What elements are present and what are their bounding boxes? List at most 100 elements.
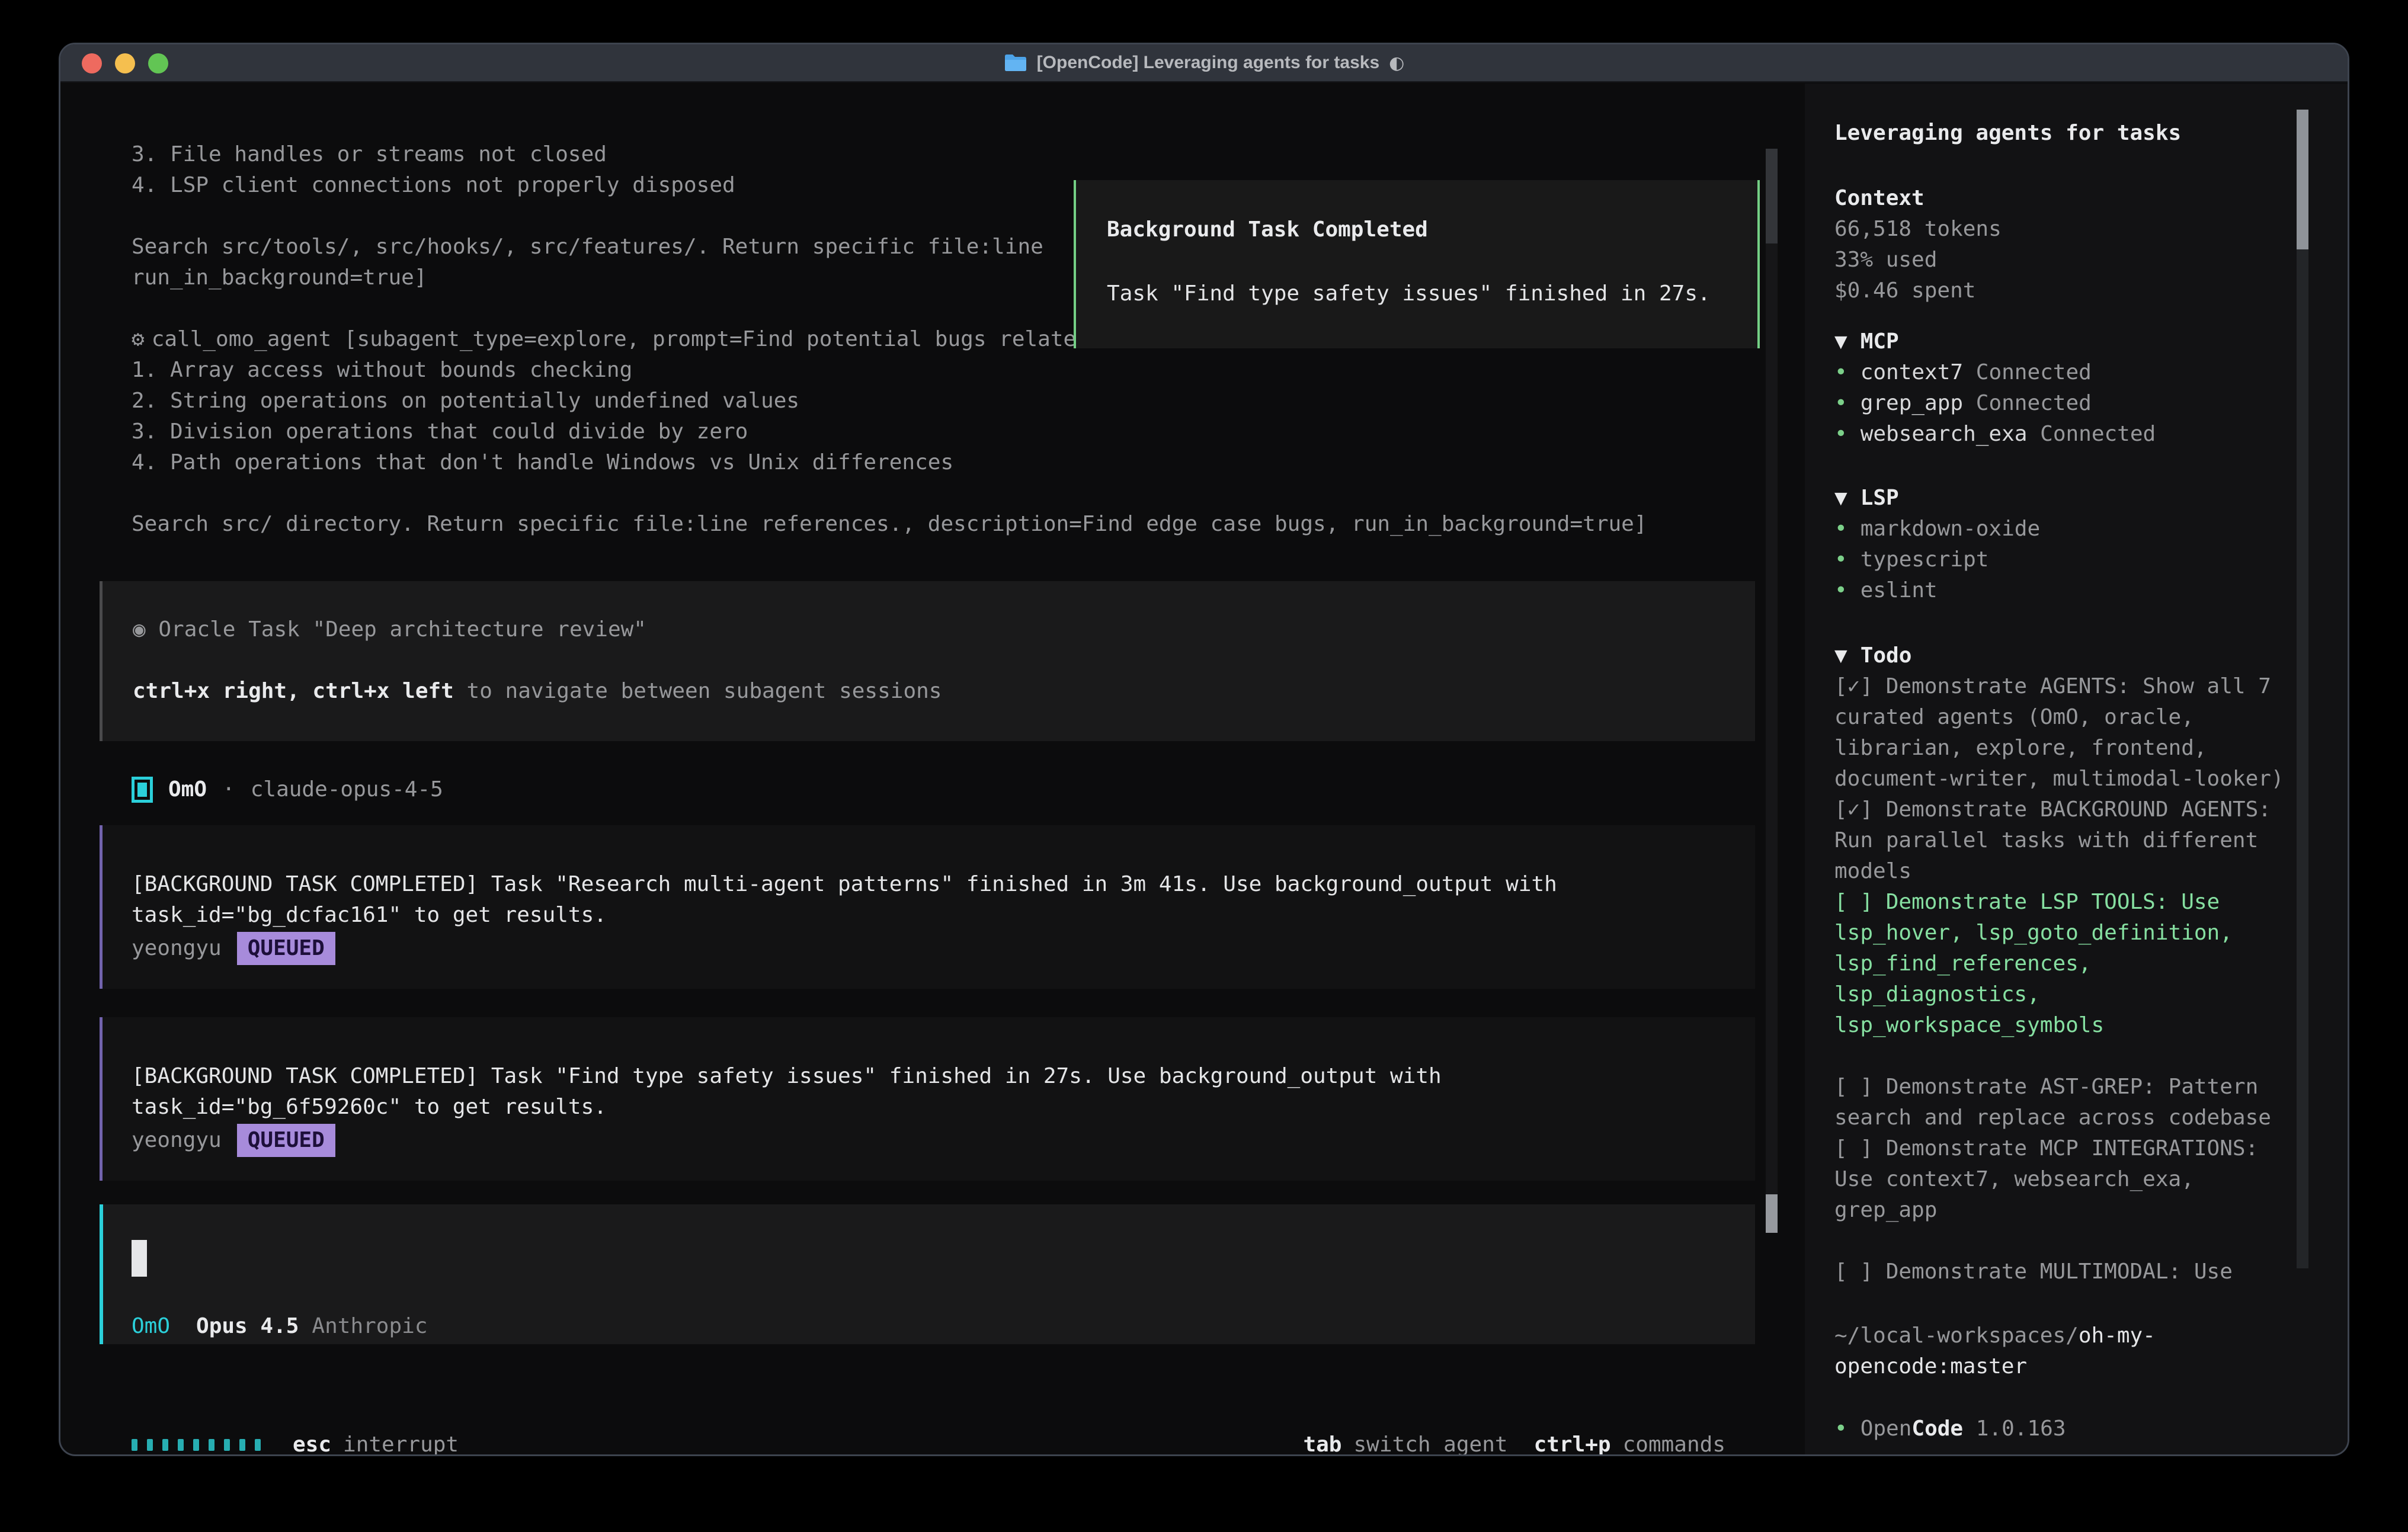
mcp-status: Connected bbox=[2040, 422, 2156, 446]
app-window: [OpenCode] Leveraging agents for tasks ◐… bbox=[59, 43, 2349, 1456]
input-agent-name: OmO bbox=[132, 1311, 170, 1342]
lsp-item: • typescript bbox=[1834, 544, 2308, 575]
tab-key-label: tab bbox=[1303, 1430, 1341, 1456]
background-task-message[interactable]: [BACKGROUND TASK COMPLETED] Task "Resear… bbox=[100, 825, 1755, 989]
hint-commands: ctrl+p commands bbox=[1534, 1430, 1725, 1456]
lsp-name: markdown-oxide bbox=[1861, 514, 2040, 544]
status-badge: QUEUED bbox=[237, 1124, 335, 1157]
scrollback-line: 3. File handles or streams not closed bbox=[132, 139, 1757, 170]
esc-action-label: interrupt bbox=[343, 1430, 459, 1456]
oracle-hint-keys: ctrl+x right, ctrl+x left bbox=[133, 679, 454, 703]
mcp-section-heading[interactable]: ▼ MCP bbox=[1834, 326, 2308, 357]
bullet-icon: • bbox=[1834, 357, 1847, 388]
todo-heading-label: Todo bbox=[1861, 640, 1912, 671]
workspace-path-prefix: ~/local-workspaces/ bbox=[1834, 1323, 2079, 1348]
ctrlp-action-label: commands bbox=[1623, 1430, 1725, 1456]
mcp-status: Connected bbox=[1976, 360, 2092, 384]
status-badge: QUEUED bbox=[237, 932, 335, 965]
collapse-triangle-icon: ▼ bbox=[1834, 640, 1847, 671]
window-title-text: [OpenCode] Leveraging agents for tasks bbox=[1037, 53, 1379, 73]
lsp-name: typescript bbox=[1861, 544, 1989, 575]
tab-action-label: switch agent bbox=[1353, 1430, 1507, 1456]
tool-call-item: 4. Path operations that don't handle Win… bbox=[132, 447, 1757, 478]
mcp-name: context7 bbox=[1861, 360, 1963, 384]
input-model-line: OmO Opus 4.5 Anthropic bbox=[132, 1311, 1755, 1342]
esc-key-label: esc bbox=[293, 1430, 331, 1456]
mcp-item: •websearch_exa Connected bbox=[1834, 419, 2308, 450]
bullet-icon: • bbox=[1834, 1414, 1847, 1444]
text-cursor bbox=[132, 1240, 147, 1277]
bullet-icon: • bbox=[1834, 419, 1847, 450]
window-title: [OpenCode] Leveraging agents for tasks ◐ bbox=[1004, 53, 1405, 73]
workspace-path: ~/local-workspaces/oh-my-opencode:master bbox=[1834, 1321, 2308, 1382]
oracle-task-title-text: Oracle Task "Deep architecture review" bbox=[158, 617, 646, 642]
blank-line bbox=[132, 478, 1757, 509]
version-number: 1.0.163 bbox=[1976, 1416, 2066, 1441]
close-button[interactable] bbox=[82, 53, 102, 73]
lsp-name: eslint bbox=[1861, 575, 1938, 606]
notification-body: Task "Find type safety issues" finished … bbox=[1107, 278, 1757, 309]
task-user: yeongyu bbox=[132, 933, 222, 964]
tool-call-item: 1. Array access without bounds checking bbox=[132, 355, 1757, 386]
bullet-icon: • bbox=[1834, 388, 1847, 419]
mcp-item: • grep_app Connected bbox=[1834, 388, 2308, 419]
bullet-icon: • bbox=[1834, 544, 1847, 575]
task-message-line: task_id="bg_dcfac161" to get results. bbox=[132, 900, 1755, 931]
brand-code: Code bbox=[1911, 1416, 1963, 1441]
lsp-item: •eslint bbox=[1834, 575, 2308, 606]
oracle-task-card[interactable]: ◉ Oracle Task "Deep architecture review"… bbox=[100, 581, 1755, 741]
status-bar: esc interrupt tab switch agent ctrl+p co… bbox=[132, 1430, 1725, 1456]
mcp-status: Connected bbox=[1976, 391, 2092, 415]
lsp-heading-label: LSP bbox=[1861, 483, 1899, 514]
mcp-item: • context7 Connected bbox=[1834, 357, 2308, 388]
lsp-section-heading[interactable]: ▼ LSP bbox=[1834, 483, 2308, 514]
agent-checkbox-icon bbox=[132, 777, 153, 803]
mcp-heading-label: MCP bbox=[1861, 326, 1899, 357]
tool-call-item: 3. Division operations that could divide… bbox=[132, 416, 1757, 447]
todo-section-heading[interactable]: ▼ Todo bbox=[1834, 640, 2308, 671]
main-scrollbar-thumb[interactable] bbox=[1766, 1194, 1778, 1233]
sidebar-scrollbar-thumb[interactable] bbox=[2297, 110, 2308, 249]
task-message-line: [BACKGROUND TASK COMPLETED] Task "Resear… bbox=[132, 869, 1755, 900]
session-sidebar: Leveraging agents for tasks Context 66,5… bbox=[1805, 84, 2348, 1454]
tool-call-item: 2. String operations on potentially unde… bbox=[132, 386, 1757, 416]
tool-call-footer: Search src/ directory. Return specific f… bbox=[132, 509, 1757, 540]
gear-icon: ⚙ bbox=[132, 327, 145, 351]
main-scrollbar-track[interactable] bbox=[1766, 149, 1778, 1233]
context-heading: Context bbox=[1834, 183, 2308, 214]
todo-item-pending: [ ] Demonstrate AST-GREP: Pattern search… bbox=[1834, 1072, 2308, 1133]
agent-name: OmO bbox=[168, 774, 207, 805]
todo-item-active: [ ] Demonstrate LSP TOOLS: Use lsp_hover… bbox=[1834, 887, 2308, 1041]
prompt-input[interactable]: OmO Opus 4.5 Anthropic bbox=[100, 1204, 1755, 1344]
version-line: • OpenCode 1.0.163 bbox=[1834, 1414, 2308, 1444]
main-scrollbar-thumb-top[interactable] bbox=[1766, 149, 1778, 243]
task-meta: yeongyu QUEUED bbox=[132, 932, 1755, 965]
task-user: yeongyu bbox=[132, 1125, 222, 1156]
todo-item-done: [✓] Demonstrate BACKGROUND AGENTS: Run p… bbox=[1834, 794, 2308, 887]
bullet-icon: • bbox=[1834, 514, 1847, 544]
zoom-button[interactable] bbox=[148, 53, 168, 73]
titlebar: [OpenCode] Leveraging agents for tasks ◐ bbox=[60, 44, 2348, 82]
traffic-lights bbox=[82, 44, 168, 82]
todo-item-pending: [ ] Demonstrate MCP INTEGRATIONS: Use co… bbox=[1834, 1133, 2308, 1226]
todo-item-done: [✓] Demonstrate AGENTS: Show all 7 curat… bbox=[1834, 671, 2308, 794]
hint-switch-agent: tab switch agent bbox=[1303, 1430, 1507, 1456]
background-task-notification[interactable]: Background Task Completed Task "Find typ… bbox=[1074, 180, 1760, 348]
collapse-triangle-icon: ▼ bbox=[1834, 326, 1847, 357]
oracle-status-icon: ◉ bbox=[133, 617, 146, 642]
conversation-pane: 3. File handles or streams not closed 4.… bbox=[60, 84, 1802, 1454]
minimize-button[interactable] bbox=[115, 53, 135, 73]
background-task-message[interactable]: [BACKGROUND TASK COMPLETED] Task "Find t… bbox=[100, 1017, 1755, 1181]
folder-icon bbox=[1004, 53, 1027, 72]
context-used: 33% used bbox=[1834, 245, 2308, 275]
task-message-line: [BACKGROUND TASK COMPLETED] Task "Find t… bbox=[132, 1061, 1755, 1092]
session-title: Leveraging agents for tasks bbox=[1834, 118, 2308, 149]
context-spent: $0.46 spent bbox=[1834, 275, 2308, 306]
task-message-line: task_id="bg_6f59260c" to get results. bbox=[132, 1092, 1755, 1123]
collapse-triangle-icon: ▼ bbox=[1834, 483, 1847, 514]
sidebar-scrollbar-track[interactable] bbox=[2297, 110, 2308, 1268]
mcp-name: grep_app bbox=[1861, 391, 1963, 415]
notification-title: Background Task Completed bbox=[1107, 214, 1757, 245]
agent-header: OmO · claude-opus-4-5 bbox=[132, 774, 1757, 805]
oracle-nav-hint: ctrl+x right, ctrl+x left to navigate be… bbox=[133, 676, 1755, 707]
